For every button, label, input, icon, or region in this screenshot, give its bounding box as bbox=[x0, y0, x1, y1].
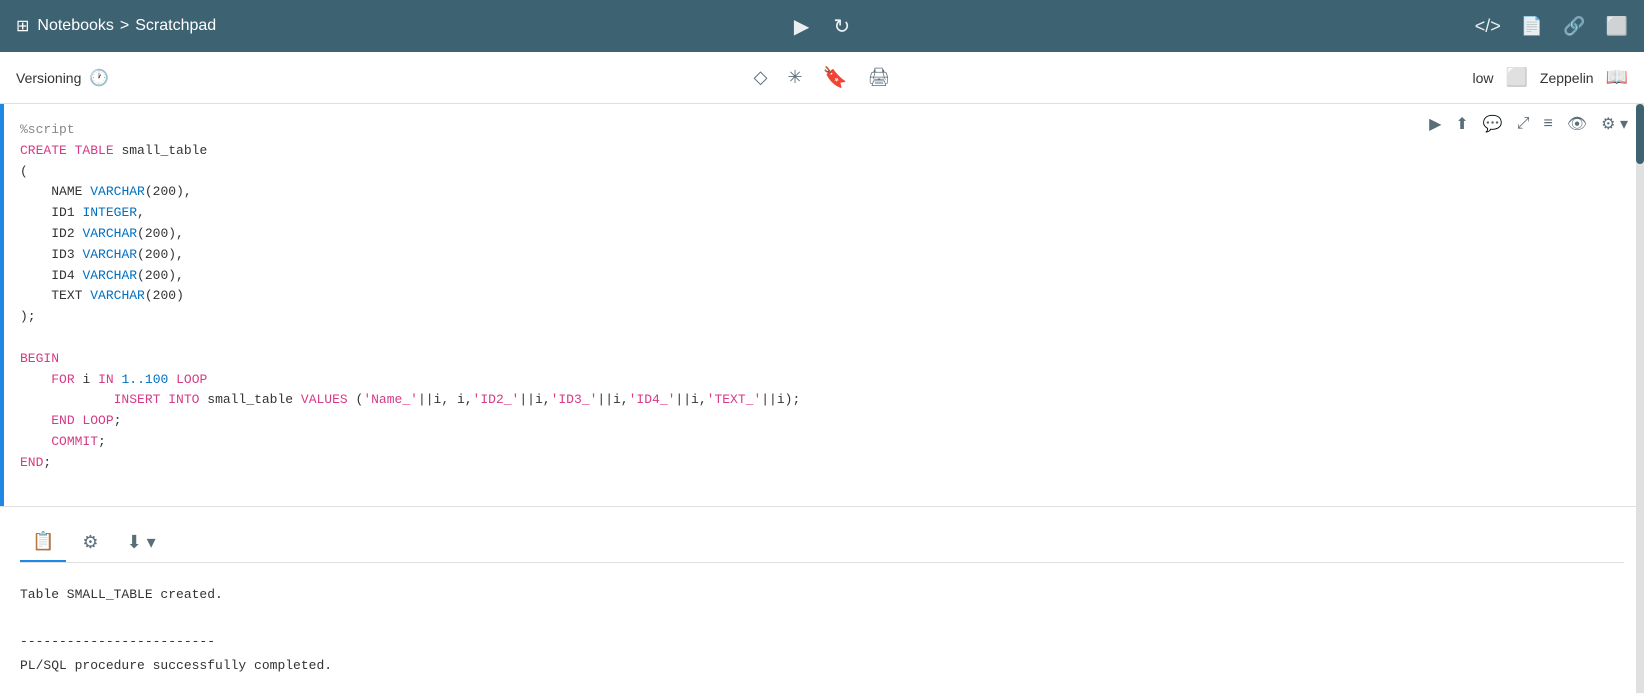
versioning-clock-icon[interactable]: 🕐 bbox=[89, 68, 109, 88]
page-title: Scratchpad bbox=[135, 17, 216, 35]
eraser-icon[interactable]: ◇ bbox=[754, 67, 768, 88]
output-tabs: 📋 ⚙ ⬇ ▾ bbox=[20, 523, 1624, 563]
top-bar-center: ▶ ↻ bbox=[794, 14, 850, 39]
run-button[interactable]: ▶ bbox=[794, 14, 809, 39]
bookmark-icon[interactable]: 🔖 bbox=[823, 65, 848, 90]
breadcrumb-separator: > bbox=[120, 17, 129, 35]
top-bar-left: ⊞ Notebooks > Scratchpad bbox=[16, 16, 794, 36]
code-line-3: ( bbox=[20, 162, 1604, 183]
code-line-6: ID2 VARCHAR(200), bbox=[20, 224, 1604, 245]
output-area: 📋 ⚙ ⬇ ▾ Table SMALL_TABLE created. -----… bbox=[0, 507, 1644, 693]
page-breadcrumb: Notebooks > Scratchpad bbox=[37, 17, 216, 35]
document-icon[interactable]: 📄 bbox=[1521, 16, 1543, 37]
code-line-11: BEGIN bbox=[20, 349, 1604, 370]
code-line-5: ID1 INTEGER, bbox=[20, 203, 1604, 224]
export-icon[interactable]: ⬜ bbox=[1505, 67, 1527, 88]
second-bar-center: ◇ ✳ 🔖 🖨 bbox=[754, 65, 891, 90]
code-cell: ▶ ⬆ 💬 ⤢ ≡ 👁 ⚙ ▾ %script CREATE TABLE sma… bbox=[0, 104, 1644, 507]
share-icon[interactable]: 🔗 bbox=[1563, 16, 1585, 37]
code-line-4: NAME VARCHAR(200), bbox=[20, 182, 1604, 203]
low-label: low bbox=[1472, 70, 1493, 86]
print-icon[interactable]: 🖨 bbox=[868, 67, 891, 88]
code-line-15: COMMIT; bbox=[20, 432, 1604, 453]
code-icon[interactable]: </> bbox=[1475, 16, 1501, 37]
output-line-2: PL/SQL procedure successfully completed. bbox=[20, 654, 1624, 677]
cell-expand-icon[interactable]: ⤢ bbox=[1517, 115, 1530, 133]
zeppelin-label: Zeppelin bbox=[1540, 70, 1594, 86]
cell-toolbar: ▶ ⬆ 💬 ⤢ ≡ 👁 ⚙ ▾ bbox=[1429, 114, 1628, 134]
scrollbar-track[interactable] bbox=[1636, 104, 1644, 693]
layout-icon[interactable]: ⬜ bbox=[1606, 16, 1628, 37]
code-line-12: FOR i IN 1..100 LOOP bbox=[20, 370, 1604, 391]
refresh-button[interactable]: ↻ bbox=[833, 14, 850, 39]
cell-comment-icon[interactable]: 💬 bbox=[1483, 114, 1503, 134]
code-line-7: ID3 VARCHAR(200), bbox=[20, 245, 1604, 266]
second-toolbar: Versioning 🕐 ◇ ✳ 🔖 🖨 low ⬜ Zeppelin 📖 bbox=[0, 52, 1644, 104]
code-line-13: INSERT INTO small_table VALUES ('Name_'|… bbox=[20, 390, 1604, 411]
top-navigation-bar: ⊞ Notebooks > Scratchpad ▶ ↻ </> 📄 🔗 ⬜ bbox=[0, 0, 1644, 52]
code-line-1: %script bbox=[20, 120, 1604, 141]
output-tab-download[interactable]: ⬇ ▾ bbox=[115, 524, 168, 561]
top-bar-right: </> 📄 🔗 ⬜ bbox=[850, 16, 1628, 37]
magic-wand-icon[interactable]: ✳ bbox=[788, 67, 803, 88]
notebooks-link[interactable]: Notebooks bbox=[37, 17, 114, 35]
code-line-10: ); bbox=[20, 307, 1604, 328]
cell-chart-icon[interactable]: ⬆ bbox=[1455, 114, 1468, 134]
book-icon[interactable]: 📖 bbox=[1606, 67, 1628, 88]
code-line-16: END; bbox=[20, 453, 1604, 474]
cell-run-icon[interactable]: ▶ bbox=[1429, 114, 1441, 134]
main-content: ▶ ⬆ 💬 ⤢ ≡ 👁 ⚙ ▾ %script CREATE TABLE sma… bbox=[0, 104, 1644, 693]
notebook-grid-icon: ⊞ bbox=[16, 16, 29, 36]
code-line-8: ID4 VARCHAR(200), bbox=[20, 266, 1604, 287]
cell-list-icon[interactable]: ≡ bbox=[1544, 115, 1553, 133]
code-line-2: CREATE TABLE small_table bbox=[20, 141, 1604, 162]
second-bar-right: low ⬜ Zeppelin 📖 bbox=[890, 67, 1628, 88]
second-bar-left: Versioning 🕐 bbox=[16, 68, 754, 88]
output-separator: ------------------------- bbox=[20, 630, 1624, 653]
output-line-1: Table SMALL_TABLE created. bbox=[20, 583, 1624, 606]
output-tab-settings[interactable]: ⚙ bbox=[70, 524, 110, 561]
cell-left-border bbox=[0, 104, 4, 506]
code-line-9: TEXT VARCHAR(200) bbox=[20, 286, 1604, 307]
cell-eye-icon[interactable]: 👁 bbox=[1567, 114, 1587, 134]
cell-settings-icon[interactable]: ⚙ ▾ bbox=[1601, 114, 1628, 134]
code-editor[interactable]: %script CREATE TABLE small_table ( NAME … bbox=[0, 104, 1624, 490]
output-text: Table SMALL_TABLE created. -------------… bbox=[20, 571, 1624, 677]
code-line-14: END LOOP; bbox=[20, 411, 1604, 432]
versioning-label: Versioning bbox=[16, 70, 81, 86]
output-tab-results[interactable]: 📋 bbox=[20, 523, 66, 562]
scrollbar-thumb[interactable] bbox=[1636, 104, 1644, 164]
code-line-empty bbox=[20, 328, 1604, 349]
output-empty-line bbox=[20, 607, 1624, 630]
